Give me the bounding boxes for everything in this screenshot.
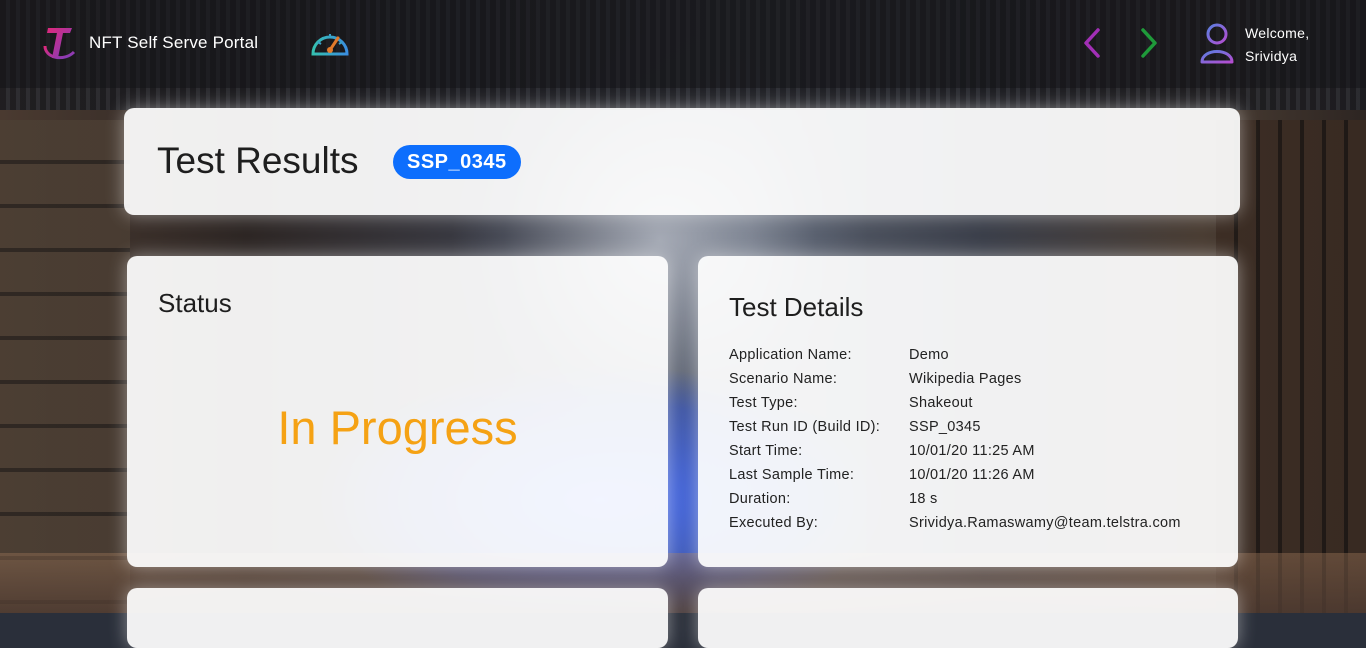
detail-label: Duration: [729, 491, 791, 507]
detail-value: 10/01/20 11:26 AM [909, 467, 1035, 483]
welcome-greeting: Welcome, [1245, 25, 1310, 41]
page-title: Test Results [157, 140, 359, 181]
chevron-right-icon[interactable] [1137, 27, 1161, 59]
bottom-right-card [698, 588, 1238, 648]
detail-value: Demo [909, 347, 949, 363]
detail-label: Test Type: [729, 395, 798, 411]
detail-value: SSP_0345 [909, 419, 981, 435]
top-header: NFT Self Serve Portal Welcome, Srividya [0, 0, 1366, 88]
title-card: Test Results SSP_0345 [124, 108, 1240, 215]
details-heading: Test Details [729, 292, 864, 322]
detail-value: Shakeout [909, 395, 973, 411]
run-id-badge: SSP_0345 [393, 145, 521, 179]
bottom-left-card [127, 588, 668, 648]
detail-label: Last Sample Time: [729, 467, 855, 483]
detail-label: Test Run ID (Build ID): [729, 419, 881, 435]
status-card: Status In Progress [127, 256, 668, 567]
detail-label: Start Time: [729, 443, 803, 459]
welcome-username: Srividya [1245, 48, 1298, 64]
status-heading: Status [158, 288, 232, 318]
detail-label: Scenario Name: [729, 371, 838, 387]
detail-label: Executed By: [729, 515, 819, 531]
speedometer-icon[interactable] [309, 26, 351, 60]
detail-value: Wikipedia Pages [909, 371, 1022, 387]
status-value: In Progress [277, 401, 518, 454]
detail-label: Application Name: [729, 347, 852, 363]
detail-value: Srividya.Ramaswamy@team.telstra.com [909, 515, 1181, 531]
telstra-logo-icon[interactable] [42, 22, 78, 64]
detail-value: 10/01/20 11:25 AM [909, 443, 1035, 459]
background-left-wall [0, 120, 130, 613]
test-details-card: Test Details Application Name: Demo Scen… [698, 256, 1238, 567]
user-icon[interactable] [1198, 21, 1236, 65]
chevron-left-icon[interactable] [1080, 27, 1104, 59]
welcome-text: Welcome, Srividya [1245, 22, 1309, 68]
detail-value: 18 s [909, 491, 938, 507]
app-title[interactable]: NFT Self Serve Portal [89, 33, 258, 53]
